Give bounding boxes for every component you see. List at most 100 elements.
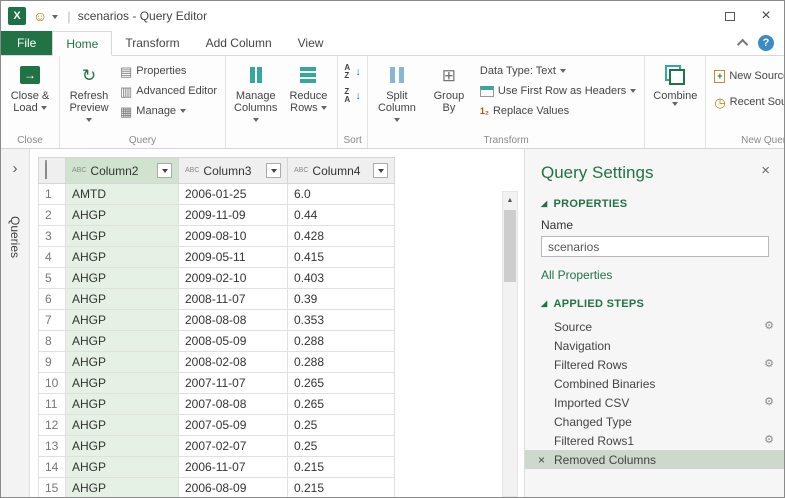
sort-ascending-button[interactable]: AZ ↓ — [341, 63, 364, 81]
sort-descending-button[interactable]: ZA ↓ — [341, 87, 364, 105]
cell[interactable]: 0.25 — [287, 435, 395, 457]
query-name-input[interactable] — [541, 236, 769, 257]
table-corner-button[interactable] — [38, 157, 66, 184]
cell[interactable]: 2006-01-25 — [178, 183, 288, 205]
cell[interactable]: 2006-11-07 — [178, 456, 288, 478]
cell[interactable]: AHGP — [65, 288, 179, 310]
tab-view[interactable]: View — [285, 31, 337, 55]
column-header-column2[interactable]: ABC Column2 — [65, 157, 179, 184]
close-window-button[interactable]: × — [748, 1, 784, 31]
cell[interactable]: 0.215 — [287, 456, 395, 478]
step-imported-csv[interactable]: Imported CSV ⚙ — [525, 393, 784, 412]
delete-step-icon[interactable]: × — [538, 454, 554, 466]
cell[interactable]: 0.39 — [287, 288, 395, 310]
cell[interactable]: AHGP — [65, 204, 179, 226]
tab-home[interactable]: Home — [52, 31, 113, 56]
cell[interactable]: AHGP — [65, 372, 179, 394]
cell[interactable]: 2009-05-11 — [178, 246, 288, 268]
gear-icon[interactable]: ⚙ — [764, 435, 774, 446]
cell[interactable]: 0.415 — [287, 246, 395, 268]
tab-add-column[interactable]: Add Column — [193, 31, 285, 55]
cell[interactable]: AHGP — [65, 246, 179, 268]
filter-dropdown-button[interactable] — [157, 163, 172, 178]
use-first-row-headers-button[interactable]: Use First Row as Headers — [477, 82, 639, 100]
cell[interactable]: 2007-02-07 — [178, 435, 288, 457]
row-number[interactable]: 9 — [38, 351, 66, 373]
row-number[interactable]: 2 — [38, 204, 66, 226]
vertical-scrollbar[interactable]: ▲ — [502, 191, 518, 497]
cell[interactable]: AMTD — [65, 183, 179, 205]
cell[interactable]: 0.353 — [287, 309, 395, 331]
filter-dropdown-button[interactable] — [373, 163, 388, 178]
step-removed-columns[interactable]: × Removed Columns — [525, 450, 784, 469]
tab-file[interactable]: File — [1, 31, 53, 55]
cell[interactable]: 2007-11-07 — [178, 372, 288, 394]
cell[interactable]: 0.265 — [287, 372, 395, 394]
cell[interactable]: AHGP — [65, 435, 179, 457]
cell[interactable]: 2009-11-09 — [178, 204, 288, 226]
tab-transform[interactable]: Transform — [112, 31, 192, 55]
expand-queries-icon[interactable]: › — [13, 161, 18, 176]
cell[interactable]: 6.0 — [287, 183, 395, 205]
cell[interactable]: AHGP — [65, 477, 179, 497]
cell[interactable]: 2007-08-08 — [178, 393, 288, 415]
cell[interactable]: 2008-02-08 — [178, 351, 288, 373]
cell[interactable]: 2008-08-08 — [178, 309, 288, 331]
new-source-button[interactable]: + New Source — [711, 67, 784, 85]
cell[interactable]: 2007-05-09 — [178, 414, 288, 436]
step-source[interactable]: Source ⚙ — [525, 317, 784, 336]
cell[interactable]: 0.44 — [287, 204, 395, 226]
row-number[interactable]: 1 — [38, 183, 66, 205]
column-header-column3[interactable]: ABC Column3 — [178, 157, 288, 184]
cell[interactable]: AHGP — [65, 309, 179, 331]
row-number[interactable]: 13 — [38, 435, 66, 457]
step-changed-type[interactable]: Changed Type — [525, 412, 784, 431]
group-by-button[interactable]: ⊞ Group By — [423, 59, 475, 116]
cell[interactable]: AHGP — [65, 225, 179, 247]
combine-button[interactable]: Combine — [648, 59, 702, 108]
step-filtered-rows[interactable]: Filtered Rows ⚙ — [525, 355, 784, 374]
manage-columns-button[interactable]: Manage Columns — [229, 59, 282, 128]
maximize-button[interactable] — [712, 1, 748, 31]
step-filtered-rows1[interactable]: Filtered Rows1 ⚙ — [525, 431, 784, 450]
cell[interactable]: AHGP — [65, 414, 179, 436]
row-number[interactable]: 15 — [38, 477, 66, 497]
row-number[interactable]: 11 — [38, 393, 66, 415]
row-number[interactable]: 12 — [38, 414, 66, 436]
cell[interactable]: AHGP — [65, 267, 179, 289]
properties-button[interactable]: ▤ Properties — [117, 62, 220, 80]
cell[interactable]: 0.288 — [287, 351, 395, 373]
refresh-preview-button[interactable]: ↻ Refresh Preview — [63, 59, 115, 128]
cell[interactable]: AHGP — [65, 456, 179, 478]
cell[interactable]: 2009-08-10 — [178, 225, 288, 247]
gear-icon[interactable]: ⚙ — [764, 321, 774, 332]
cell[interactable]: 2009-02-10 — [178, 267, 288, 289]
cell[interactable]: 0.25 — [287, 414, 395, 436]
row-number[interactable]: 3 — [38, 225, 66, 247]
feedback-smiley-icon[interactable]: ☺ — [33, 9, 47, 23]
close-panel-button[interactable]: × — [761, 163, 770, 178]
cell[interactable]: 0.288 — [287, 330, 395, 352]
help-button[interactable]: ? — [758, 35, 774, 51]
advanced-editor-button[interactable]: ▥ Advanced Editor — [117, 82, 220, 100]
step-navigation[interactable]: Navigation — [525, 336, 784, 355]
applied-steps-section-header[interactable]: ◢ APPLIED STEPS — [525, 291, 784, 315]
recent-sources-button[interactable]: ◷ Recent Sources — [711, 93, 784, 111]
row-number[interactable]: 4 — [38, 246, 66, 268]
gear-icon[interactable]: ⚙ — [764, 397, 774, 408]
cell[interactable]: 2008-11-07 — [178, 288, 288, 310]
qat-dropdown-caret[interactable] — [52, 9, 59, 23]
cell[interactable]: AHGP — [65, 351, 179, 373]
manage-button[interactable]: ▦ Manage — [117, 102, 220, 120]
filter-dropdown-button[interactable] — [266, 163, 281, 178]
row-number[interactable]: 8 — [38, 330, 66, 352]
cell[interactable]: AHGP — [65, 330, 179, 352]
properties-section-header[interactable]: ◢ PROPERTIES — [525, 191, 784, 215]
row-number[interactable]: 7 — [38, 309, 66, 331]
reduce-rows-button[interactable]: Reduce Rows — [282, 59, 334, 116]
row-number[interactable]: 6 — [38, 288, 66, 310]
column-header-column4[interactable]: ABC Column4 — [287, 157, 395, 184]
gear-icon[interactable]: ⚙ — [764, 359, 774, 370]
row-number[interactable]: 14 — [38, 456, 66, 478]
scrollbar-thumb[interactable] — [504, 210, 516, 282]
